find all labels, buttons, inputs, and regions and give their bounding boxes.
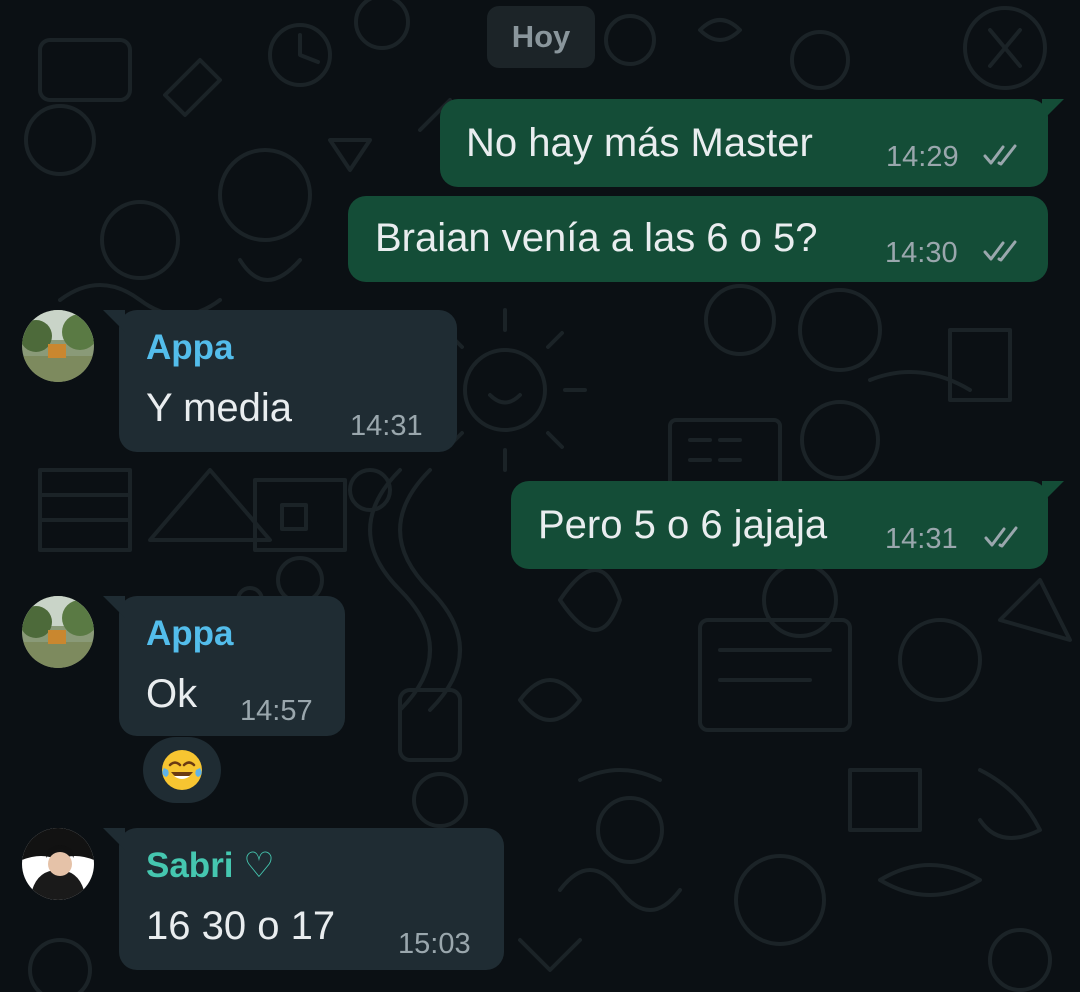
bubble-tail — [1042, 481, 1064, 503]
message-bubble-outgoing[interactable]: Pero 5 o 6 jajaja 14:31 — [511, 481, 1064, 569]
sender-name[interactable]: Appa — [146, 328, 234, 368]
message-bubble-outgoing[interactable]: Braian venía a las 6 o 5? 14:30 — [348, 196, 1048, 282]
message-time: 14:31 — [885, 523, 958, 555]
message-text: Pero 5 o 6 jajaja — [538, 503, 828, 547]
bubble-tail — [103, 596, 125, 618]
message-bubble-outgoing[interactable]: No hay más Master 14:29 — [440, 99, 1064, 187]
double-check-icon — [983, 144, 1017, 166]
message-text: No hay más Master — [466, 121, 813, 165]
double-check-icon — [983, 240, 1017, 262]
message-text: Y media — [146, 386, 293, 430]
sender-name[interactable]: Sabri ♡ — [146, 846, 275, 886]
double-check-icon — [984, 526, 1018, 548]
message-time: 14:57 — [240, 695, 313, 727]
contact-avatar-appa[interactable] — [22, 596, 94, 668]
bubble-tail — [1042, 99, 1064, 121]
message-time: 15:03 — [398, 928, 471, 960]
message-bubble-incoming[interactable]: Sabri ♡ 16 30 o 17 15:03 — [103, 828, 504, 970]
message-time: 14:31 — [350, 410, 423, 442]
tears-of-joy-emoji-icon — [162, 750, 202, 790]
date-chip: Hoy — [487, 6, 595, 68]
message-time: 14:30 — [885, 237, 958, 269]
contact-avatar-appa[interactable] — [22, 310, 94, 382]
emoji-reaction[interactable] — [143, 737, 221, 803]
sender-name[interactable]: Appa — [146, 614, 234, 654]
contact-avatar-sabri[interactable] — [22, 828, 94, 900]
message-text: 16 30 o 17 — [146, 904, 336, 948]
message-bubble-incoming[interactable]: Appa Ok 14:57 — [103, 596, 345, 736]
message-bubble-incoming[interactable]: Appa Y media 14:31 — [103, 310, 457, 452]
message-text: Ok — [146, 672, 198, 716]
message-text: Braian venía a las 6 o 5? — [375, 216, 818, 260]
bubble-tail — [103, 310, 125, 332]
message-time: 14:29 — [886, 141, 959, 173]
bubble-tail — [103, 828, 125, 850]
